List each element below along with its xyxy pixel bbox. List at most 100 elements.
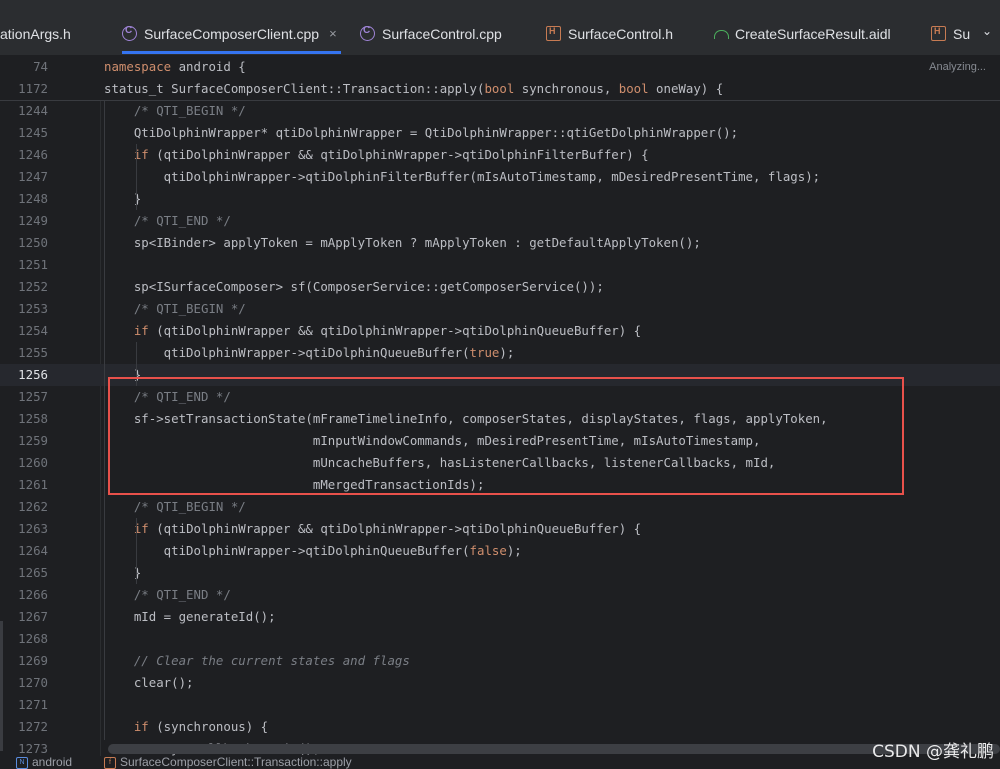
line-number: 1246: [18, 147, 48, 162]
indent-guide: [104, 100, 105, 740]
analysis-status: Analyzing...: [929, 61, 986, 73]
line-number: 1266: [18, 587, 48, 602]
code-line[interactable]: 1263 if (qtiDolphinWrapper && qtiDolphin…: [0, 518, 1000, 540]
code-line[interactable]: 1267 mId = generateId();: [0, 606, 1000, 628]
code-line[interactable]: 1266 /* QTI_END */: [0, 584, 1000, 606]
tab-surface-control-h[interactable]: SurfaceControl.h: [546, 12, 673, 55]
code-text: /* QTI_BEGIN */: [133, 301, 246, 316]
line-number: 1261: [18, 477, 48, 492]
line-number: 1272: [18, 719, 48, 734]
code-text: if (qtiDolphinWrapper && qtiDolphinWrapp…: [133, 521, 642, 536]
line-number: 1252: [18, 279, 48, 294]
code-text: clear();: [104, 675, 194, 690]
code-editor[interactable]: 74 namespace android { 1172 status_t Sur…: [0, 56, 1000, 756]
code-line[interactable]: 1247 qtiDolphinWrapper->qtiDolphinFilter…: [0, 166, 1000, 188]
line-number: 1257: [18, 389, 48, 404]
header-file-icon: [931, 26, 946, 41]
code-line[interactable]: 1255 qtiDolphinWrapper->qtiDolphinQueueB…: [0, 342, 1000, 364]
line-number: 1253: [18, 301, 48, 316]
line-number: 1260: [18, 455, 48, 470]
line-number: 1251: [18, 257, 48, 272]
breadcrumb-item-function[interactable]: f SurfaceComposerClient::Transaction::ap…: [104, 756, 352, 769]
tab-file[interactable]: ationArgs.h: [0, 12, 71, 55]
code-line[interactable]: 1250 sp<IBinder> applyToken = mApplyToke…: [0, 232, 1000, 254]
horizontal-scrollbar[interactable]: [108, 744, 1000, 754]
code-text: qtiDolphinWrapper->qtiDolphinQueueBuffer…: [104, 345, 515, 360]
breadcrumb-label: SurfaceComposerClient::Transaction::appl…: [120, 756, 352, 769]
code-text: namespace android {: [104, 59, 246, 74]
code-line[interactable]: 1246 if (qtiDolphinWrapper && qtiDolphin…: [0, 144, 1000, 166]
namespace-icon: N: [16, 756, 28, 769]
line-number: 1265: [18, 565, 48, 580]
line-number: 1271: [18, 697, 48, 712]
code-text: if (qtiDolphinWrapper && qtiDolphinWrapp…: [133, 323, 642, 338]
code-line[interactable]: 1251: [0, 254, 1000, 276]
line-number: 1245: [18, 125, 48, 140]
close-icon[interactable]: ×: [329, 26, 337, 41]
code-text: // Clear the current states and flags: [104, 653, 410, 668]
code-line[interactable]: 1248 }: [0, 188, 1000, 210]
tab-label: Su: [953, 25, 971, 42]
indent-guide: [136, 144, 137, 210]
line-number: 1269: [18, 653, 48, 668]
code-line[interactable]: 1245 QtiDolphinWrapper* qtiDolphinWrappe…: [0, 122, 1000, 144]
code-text: if (synchronous) {: [133, 719, 269, 734]
tab-truncated[interactable]: Su: [931, 12, 970, 55]
watermark: CSDN @龚礼鹏: [872, 742, 994, 762]
line-number: 1262: [18, 499, 48, 514]
sticky-line[interactable]: 1172 status_t SurfaceComposerClient::Tra…: [0, 78, 1000, 100]
tab-create-surface-result[interactable]: CreateSurfaceResult.aidl: [713, 12, 891, 55]
sticky-line[interactable]: 74 namespace android {: [0, 56, 1000, 78]
line-number: 1249: [18, 213, 48, 228]
chevron-down-icon[interactable]: ⌄: [982, 24, 992, 38]
tab-label: ationArgs.h: [0, 25, 71, 42]
code-line[interactable]: 1252 sp<ISurfaceComposer> sf(ComposerSer…: [0, 276, 1000, 298]
line-number: 1267: [18, 609, 48, 624]
line-number: 1250: [18, 235, 48, 250]
line-number: 1254: [18, 323, 48, 338]
code-line[interactable]: 1264 qtiDolphinWrapper->qtiDolphinQueueB…: [0, 540, 1000, 562]
code-text: qtiDolphinWrapper->qtiDolphinFilterBuffe…: [104, 169, 821, 184]
breadcrumb-item-namespace[interactable]: N android: [16, 756, 72, 769]
code-line[interactable]: 1271: [0, 694, 1000, 716]
cpp-file-icon: [122, 25, 137, 41]
line-number: 1247: [18, 169, 48, 184]
editor-tab-bar: ationArgs.h SurfaceComposerClient.cpp × …: [0, 0, 1000, 56]
code-text: qtiDolphinWrapper->qtiDolphinQueueBuffer…: [104, 543, 522, 558]
line-number: 1270: [18, 675, 48, 690]
cpp-file-icon: [360, 25, 375, 41]
tab-label: SurfaceComposerClient.cpp: [144, 25, 320, 42]
code-text: /* QTI_END */: [133, 213, 231, 228]
line-number: 1255: [18, 345, 48, 360]
line-number: 1172: [18, 81, 48, 96]
code-line[interactable]: 1244 /* QTI_BEGIN */: [0, 100, 1000, 122]
code-line[interactable]: 1265 }: [0, 562, 1000, 584]
code-line[interactable]: 1249 /* QTI_END */: [0, 210, 1000, 232]
code-text: sp<ISurfaceComposer> sf(ComposerService:…: [104, 279, 604, 294]
code-line[interactable]: 1269 // Clear the current states and fla…: [0, 650, 1000, 672]
code-line[interactable]: 1268: [0, 628, 1000, 650]
line-number: 1263: [18, 521, 48, 536]
line-number: 1244: [18, 103, 48, 118]
code-line[interactable]: 1262 /* QTI_BEGIN */: [0, 496, 1000, 518]
code-text: /* QTI_BEGIN */: [133, 499, 246, 514]
tab-label: SurfaceControl.h: [568, 25, 674, 42]
line-number: 1258: [18, 411, 48, 426]
code-line[interactable]: 1272 if (synchronous) {: [0, 716, 1000, 738]
code-text: /* QTI_END */: [133, 587, 231, 602]
tab-surface-control-cpp[interactable]: SurfaceControl.cpp: [360, 12, 502, 55]
header-file-icon: [546, 26, 561, 41]
code-text: if (qtiDolphinWrapper && qtiDolphinWrapp…: [133, 147, 649, 162]
sticky-scroll-header: 74 namespace android { 1172 status_t Sur…: [0, 56, 1000, 101]
code-line[interactable]: 1270 clear();: [0, 672, 1000, 694]
breadcrumb-label: android: [32, 756, 73, 769]
line-number: 1268: [18, 631, 48, 646]
tab-surface-composer-client[interactable]: SurfaceComposerClient.cpp ×: [122, 12, 341, 55]
line-number: 1259: [18, 433, 48, 448]
code-line[interactable]: 1253 /* QTI_BEGIN */: [0, 298, 1000, 320]
code-line[interactable]: 1254 if (qtiDolphinWrapper && qtiDolphin…: [0, 320, 1000, 342]
line-number: 74: [33, 59, 48, 74]
code-text: mId = generateId();: [104, 609, 276, 624]
function-icon: f: [104, 756, 116, 769]
line-number: 1256: [18, 367, 48, 382]
